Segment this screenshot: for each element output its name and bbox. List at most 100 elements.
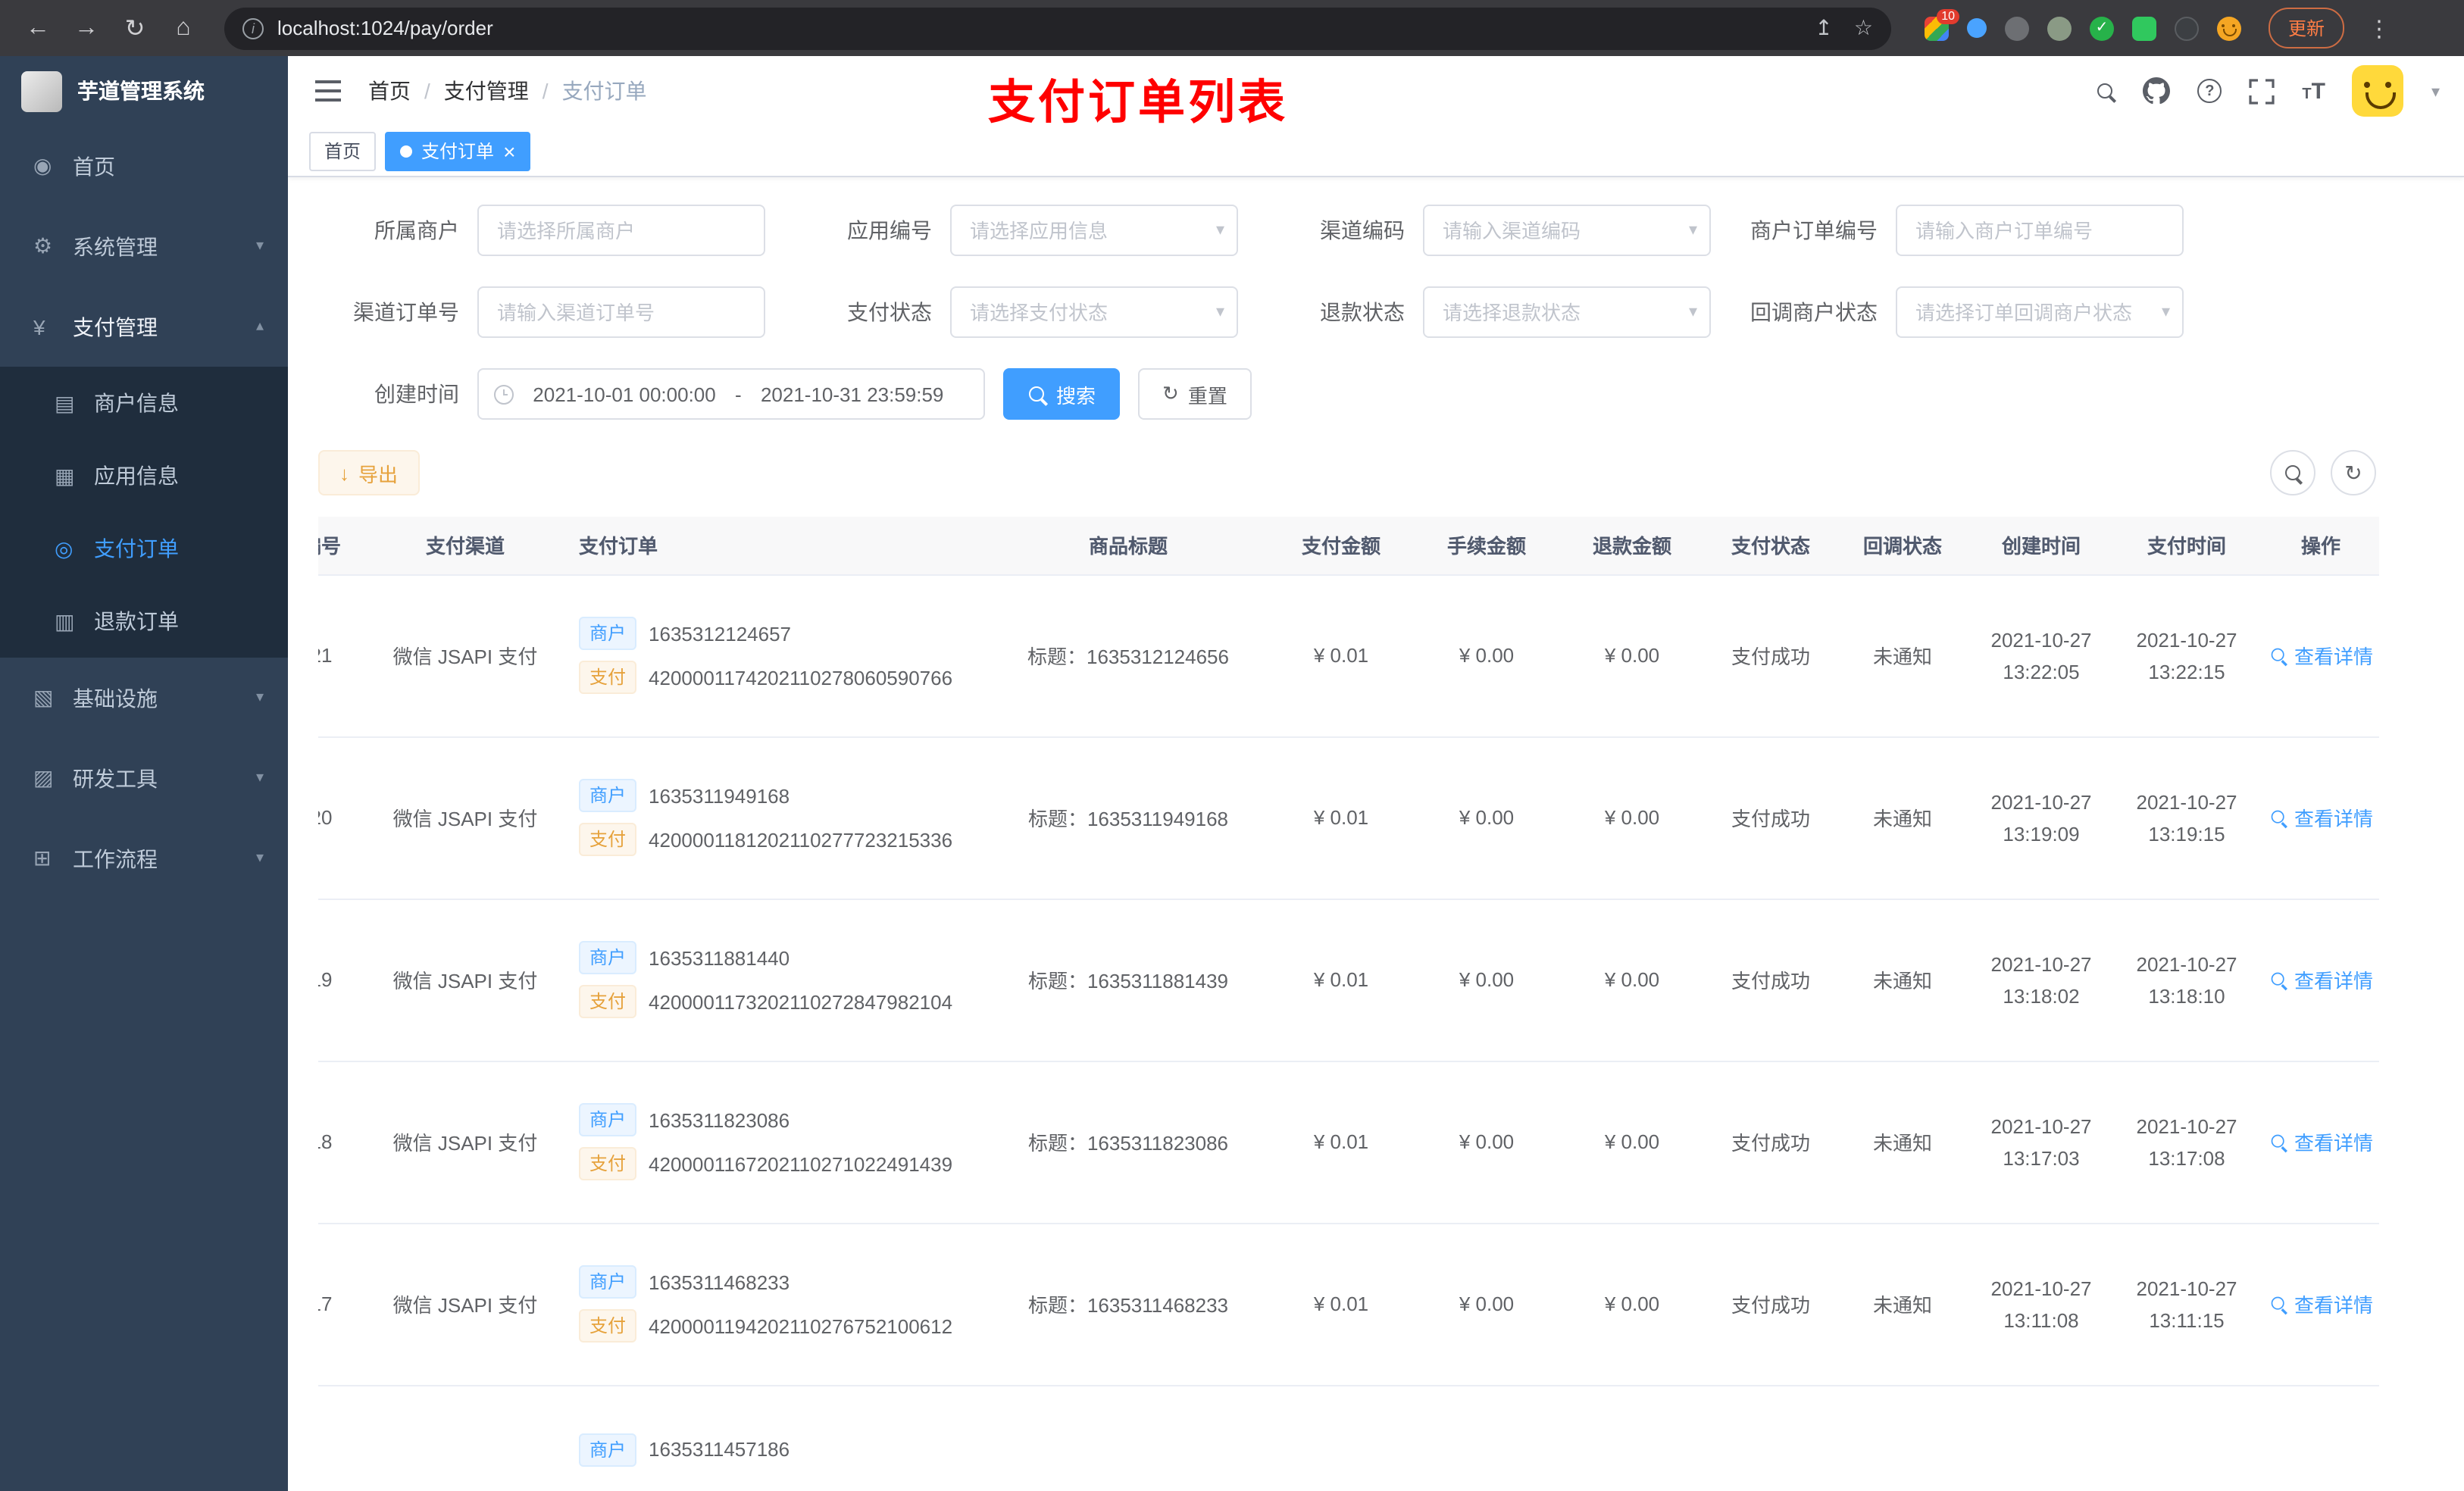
refund-amount: ¥ 0.00: [1559, 736, 1705, 899]
sidebar-item-label: 系统管理: [73, 234, 158, 258]
bookmark-star-icon[interactable]: ☆: [1854, 15, 1873, 41]
export-button[interactable]: ↓ 导出: [318, 450, 420, 495]
sidebar-item-devtools[interactable]: ▨ 研发工具 ▾: [0, 738, 288, 818]
pay-status: 支付成功: [1705, 1223, 1837, 1386]
extension-chat-icon[interactable]: [2132, 16, 2156, 40]
sidebar-item-label: 退款订单: [94, 609, 179, 633]
extensions-area: 10 ✓: [1912, 8, 2253, 40]
merchant-tag: 商户: [579, 941, 637, 974]
pay-amount: ¥ 0.01: [1268, 1223, 1414, 1386]
sidebar-item-payment[interactable]: ¥ 支付管理 ▴: [0, 286, 288, 367]
refund-amount: ¥ 0.00: [1559, 1061, 1705, 1224]
col-notify: 回调状态: [1837, 517, 1968, 575]
order-id: 17: [318, 1223, 367, 1386]
goods-title: 标题：1635311949168: [988, 736, 1268, 899]
home-icon[interactable]: ⌂: [164, 8, 203, 48]
filter-label-create-time: 创建时间: [374, 382, 459, 406]
kebab-menu-icon[interactable]: ⋮: [2359, 8, 2399, 48]
pay-amount: ¥ 0.01: [1268, 574, 1414, 737]
extension-pin-icon[interactable]: [2175, 16, 2199, 40]
table-row: 20 微信 JSAPI 支付 商户 1635311949168 支付 4200001…: [318, 736, 2379, 899]
merchant-order-no: 1635312124657: [649, 622, 792, 645]
site-info-icon[interactable]: i: [242, 17, 264, 39]
forward-icon[interactable]: →: [67, 8, 106, 48]
breadcrumb-payment[interactable]: 支付管理: [444, 76, 529, 106]
sidebar-item-label: 研发工具: [73, 766, 158, 790]
extension-check-icon[interactable]: ✓: [2090, 16, 2114, 40]
filter-label-pay-status: 支付状态: [847, 300, 932, 324]
extension-face-icon[interactable]: [2217, 16, 2241, 40]
merchant-select[interactable]: [477, 205, 765, 256]
search-icon: [2270, 1296, 2287, 1312]
search-toggle-button[interactable]: [2270, 450, 2315, 495]
col-fee: 手续金额: [1414, 517, 1559, 575]
search-icon[interactable]: [2096, 81, 2115, 101]
sidebar-item-merchant-info[interactable]: ▤ 商户信息: [0, 367, 288, 439]
extension-puzzle-icon[interactable]: 10: [1925, 8, 1959, 40]
avatar[interactable]: [2352, 65, 2404, 117]
create-time-range[interactable]: -: [477, 368, 985, 420]
app-no-select[interactable]: [950, 205, 1238, 256]
view-detail-link[interactable]: 查看详情: [2269, 803, 2373, 832]
view-detail-link[interactable]: 查看详情: [2269, 1289, 2373, 1318]
close-icon[interactable]: ×: [503, 140, 515, 161]
hamburger-icon[interactable]: [315, 80, 341, 83]
sidebar-item-system[interactable]: ⚙ 系统管理 ▾: [0, 206, 288, 286]
back-icon[interactable]: ←: [18, 8, 58, 48]
start-date-input[interactable]: [520, 383, 729, 405]
tab-home[interactable]: 首页: [309, 131, 377, 170]
monitor-icon: ▧: [33, 685, 54, 709]
breadcrumb-home[interactable]: 首页: [368, 76, 411, 106]
end-date-input[interactable]: [747, 383, 957, 405]
help-icon[interactable]: ?: [2197, 79, 2222, 103]
refund-status-select[interactable]: [1423, 286, 1711, 338]
channel-code-select[interactable]: [1423, 205, 1711, 256]
table-row: 17 微信 JSAPI 支付 商户 1635311468233 支付 4200001…: [318, 1223, 2379, 1386]
filter-label-refund-status: 退款状态: [1320, 300, 1405, 324]
reload-icon[interactable]: ↻: [115, 8, 155, 48]
caret-down-icon[interactable]: ▾: [2431, 81, 2440, 101]
search-button[interactable]: 搜索: [1003, 368, 1121, 420]
sidebar-item-pay-order[interactable]: ◎ 支付订单: [0, 512, 288, 585]
pay-order-cell: 商户 1635311468233 支付 4200001194202110276752…: [564, 1223, 988, 1386]
sidebar-item-home[interactable]: ◉ 首页: [0, 126, 288, 206]
notify-status-select[interactable]: [1896, 286, 2184, 338]
extension-circle2-icon[interactable]: [2047, 16, 2072, 40]
extension-drop-icon[interactable]: [1967, 18, 1987, 38]
app-grid-icon: ▦: [55, 463, 75, 487]
pay-status: 支付成功: [1705, 899, 1837, 1061]
view-detail-link[interactable]: 查看详情: [2269, 641, 2373, 670]
pay-amount: ¥ 0.01: [1268, 899, 1414, 1061]
merchant-order-no-input[interactable]: [1896, 205, 2184, 256]
fee-amount: ¥ 0.00: [1414, 574, 1559, 737]
table-tools: ↻: [2270, 450, 2376, 495]
sidebar-item-label: 商户信息: [94, 391, 179, 415]
channel-order-no-input[interactable]: [477, 286, 765, 338]
sidebar-item-app-info[interactable]: ▦ 应用信息: [0, 439, 288, 512]
font-size-icon[interactable]: TT: [2302, 78, 2325, 104]
col-pay-order: 支付订单: [564, 517, 988, 575]
pay-tag: 支付: [579, 1309, 637, 1343]
sidebar-item-workflow[interactable]: ⊞ 工作流程 ▾: [0, 818, 288, 899]
merchant-tag: 商户: [579, 1433, 637, 1466]
notify-status: 未通知: [1837, 1223, 1968, 1386]
briefcase-icon: ⊞: [33, 846, 52, 870]
sidebar-item-refund-order[interactable]: ▥ 退款订单: [0, 585, 288, 658]
browser-update-button[interactable]: 更新: [2269, 8, 2345, 48]
reset-button[interactable]: ↻ 重置: [1138, 368, 1252, 420]
pay-status-select[interactable]: [950, 286, 1238, 338]
tab-pay-order[interactable]: 支付订单 ×: [385, 131, 531, 170]
address-bar[interactable]: i localhost:1024/pay/order ↥ ☆: [224, 7, 1891, 49]
extension-circle-icon[interactable]: [2005, 16, 2029, 40]
view-detail-link[interactable]: 查看详情: [2269, 1127, 2373, 1156]
search-icon: [2270, 971, 2287, 988]
fullscreen-icon[interactable]: [2249, 78, 2275, 104]
refund-amount: ¥ 0.00: [1559, 574, 1705, 737]
github-icon[interactable]: [2143, 77, 2171, 105]
share-icon[interactable]: ↥: [1815, 15, 1832, 41]
refresh-table-button[interactable]: ↻: [2331, 450, 2376, 495]
screen: ← → ↻ ⌂ i localhost:1024/pay/order ↥ ☆ 1…: [0, 0, 2464, 1491]
view-detail-link[interactable]: 查看详情: [2269, 965, 2373, 994]
chevron-down-icon: ▾: [255, 850, 264, 867]
sidebar-item-infrastructure[interactable]: ▧ 基础设施 ▾: [0, 658, 288, 738]
